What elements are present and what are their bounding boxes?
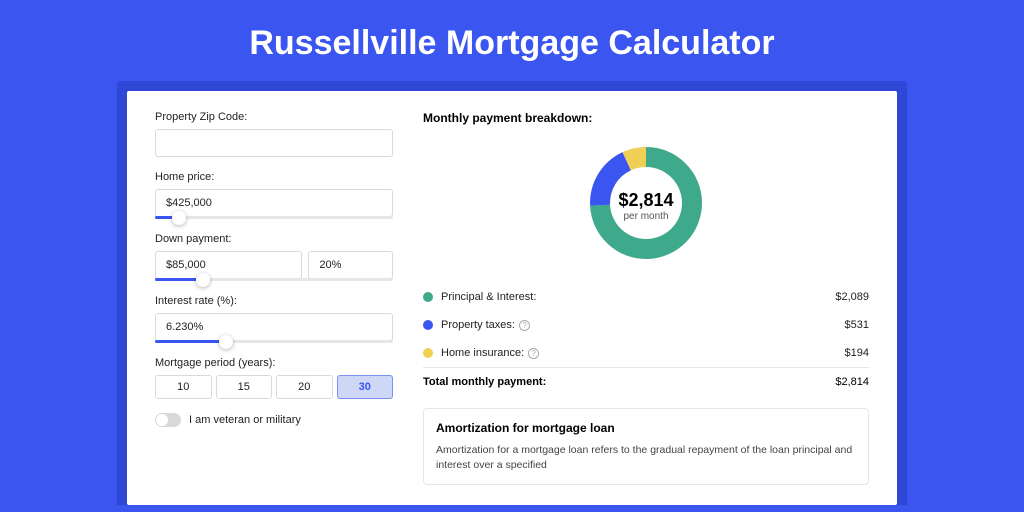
home-price-label: Home price: [155,171,393,183]
legend-total-row: Total monthly payment: $2,814 [423,367,869,396]
slider-thumb[interactable] [219,335,233,349]
legend-value: $531 [845,319,869,331]
period-options: 10152030 [155,375,393,399]
period-option-10[interactable]: 10 [155,375,212,399]
breakdown-column: Monthly payment breakdown: $2,814 per mo… [423,111,869,485]
period-option-30[interactable]: 30 [337,375,394,399]
veteran-label: I am veteran or military [189,414,301,426]
legend-value: $194 [845,347,869,359]
calculator-card: Property Zip Code: Home price: Down paym… [127,91,897,505]
zip-field-group: Property Zip Code: [155,111,393,157]
interest-rate-input[interactable] [155,313,393,341]
down-payment-group: Down payment: [155,233,393,281]
zip-label: Property Zip Code: [155,111,393,123]
amortization-body: Amortization for a mortgage loan refers … [436,443,856,472]
page-title: Russellville Mortgage Calculator [0,0,1024,81]
slider-thumb[interactable] [172,211,186,225]
legend-dot [423,348,433,358]
legend-row: Principal & Interest:$2,089 [423,283,869,311]
legend: Principal & Interest:$2,089Property taxe… [423,283,869,367]
amortization-card: Amortization for mortgage loan Amortizat… [423,408,869,485]
donut-chart: $2,814 per month [423,135,869,277]
legend-row: Property taxes: ?$531 [423,311,869,339]
legend-label: Property taxes: ? [441,319,845,331]
legend-dot [423,320,433,330]
mortgage-period-label: Mortgage period (years): [155,357,393,369]
interest-rate-slider[interactable] [155,340,393,343]
down-payment-label: Down payment: [155,233,393,245]
legend-row: Home insurance: ?$194 [423,339,869,367]
amortization-title: Amortization for mortgage loan [436,421,856,435]
down-payment-amount-input[interactable] [155,251,302,279]
zip-input[interactable] [155,129,393,157]
veteran-toggle[interactable] [155,413,181,427]
calculator-panel: Property Zip Code: Home price: Down paym… [117,81,907,505]
down-payment-slider[interactable] [155,278,393,281]
period-option-15[interactable]: 15 [216,375,273,399]
home-price-input[interactable] [155,189,393,217]
inputs-column: Property Zip Code: Home price: Down paym… [155,111,393,485]
home-price-slider[interactable] [155,216,393,219]
interest-rate-label: Interest rate (%): [155,295,393,307]
info-icon[interactable]: ? [528,348,539,359]
legend-dot [423,292,433,302]
mortgage-period-group: Mortgage period (years): 10152030 [155,357,393,399]
donut-amount: $2,814 [618,190,673,211]
legend-label: Home insurance: ? [441,347,845,359]
down-payment-percent-input[interactable] [308,251,393,279]
home-price-group: Home price: [155,171,393,219]
donut-sub: per month [618,211,673,222]
total-value: $2,814 [835,376,869,388]
breakdown-heading: Monthly payment breakdown: [423,111,869,125]
veteran-row: I am veteran or military [155,413,393,427]
info-icon[interactable]: ? [519,320,530,331]
interest-rate-group: Interest rate (%): [155,295,393,343]
slider-thumb[interactable] [196,273,210,287]
legend-value: $2,089 [835,291,869,303]
period-option-20[interactable]: 20 [276,375,333,399]
total-label: Total monthly payment: [423,376,835,388]
legend-label: Principal & Interest: [441,291,835,303]
donut-center: $2,814 per month [618,190,673,222]
